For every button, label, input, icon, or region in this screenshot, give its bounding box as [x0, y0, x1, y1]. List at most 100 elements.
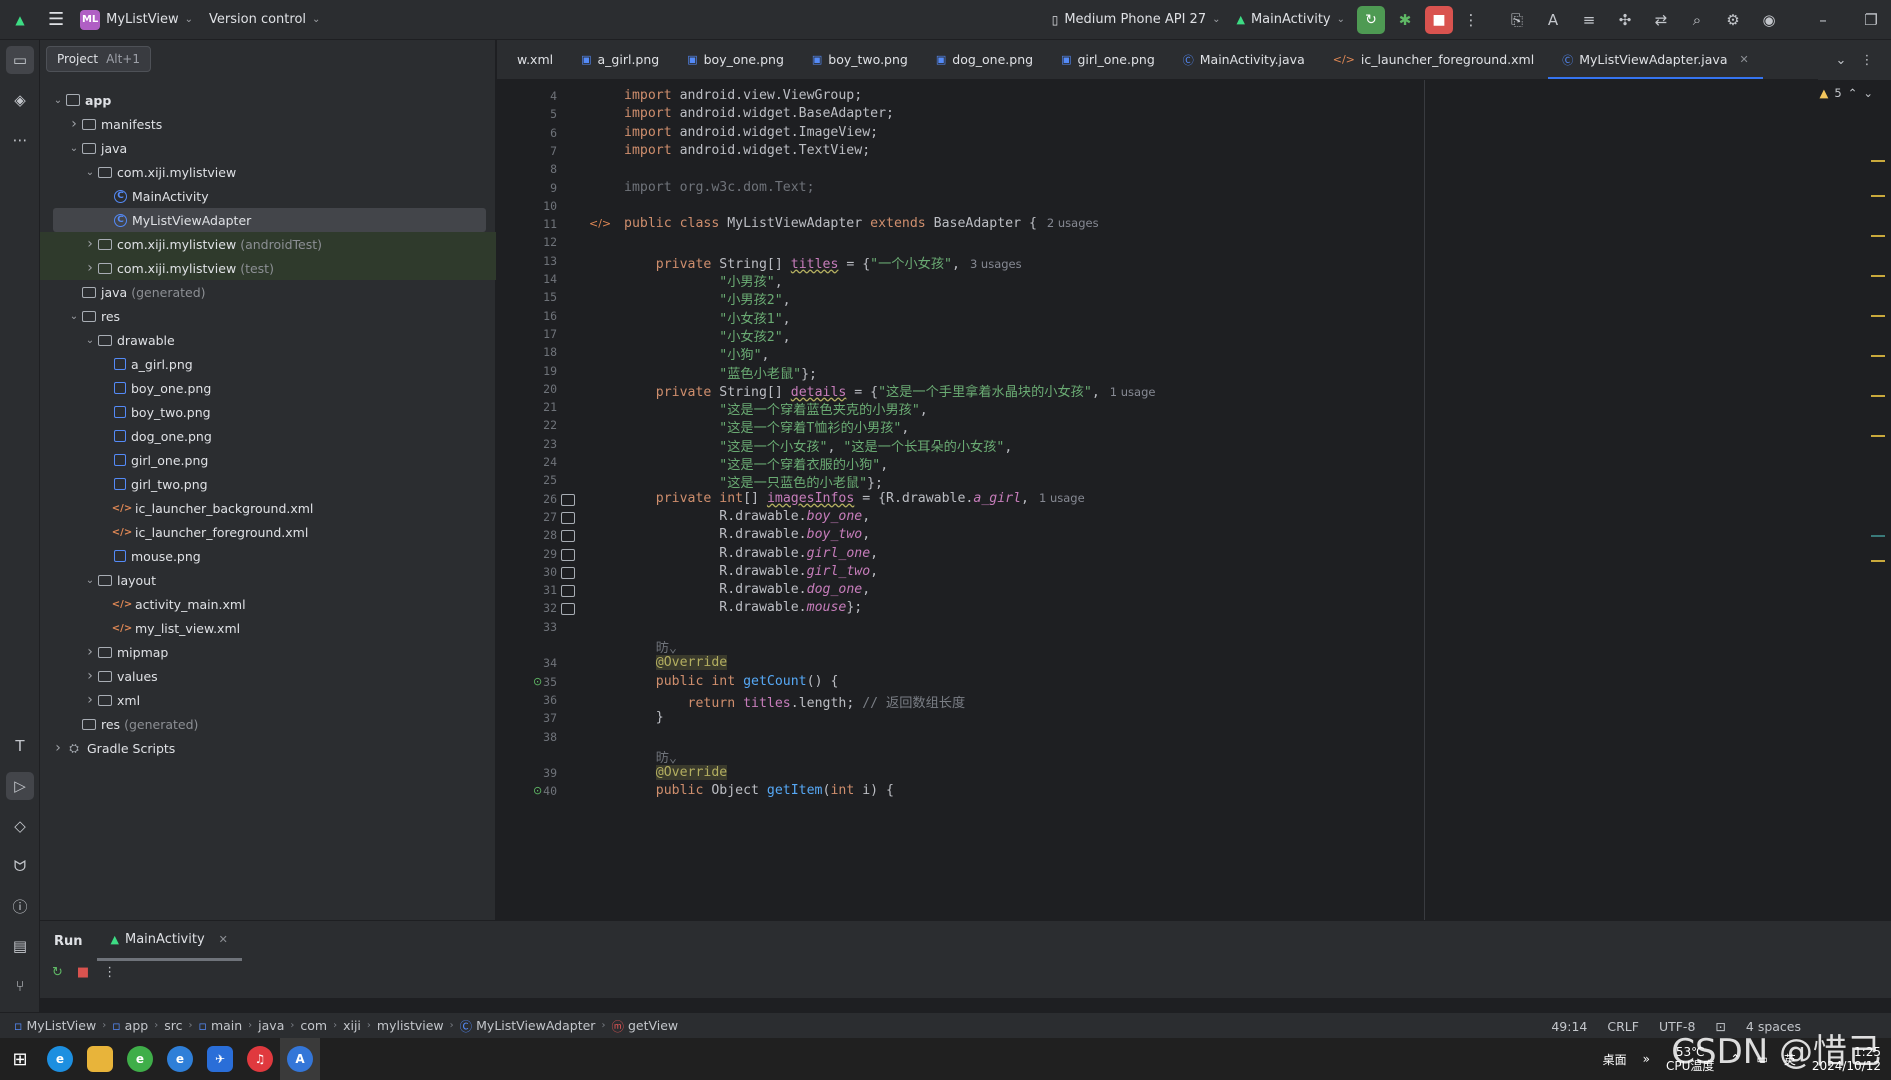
- tree-item[interactable]: girl_one.png: [40, 448, 496, 472]
- resource-manager-button[interactable]: ◈: [6, 86, 34, 114]
- run-tool-button[interactable]: ▷: [6, 772, 34, 800]
- usage-hint[interactable]: 1 usage: [1110, 385, 1156, 399]
- logcat-tool-button[interactable]: ᗢ: [6, 852, 34, 880]
- scrollbar-marker[interactable]: [1871, 560, 1885, 562]
- editor-tab[interactable]: Ⓒ MyListViewAdapter.java ✕: [1548, 40, 1763, 79]
- taskbar-browser-blue[interactable]: e: [160, 1038, 200, 1080]
- main-menu-button[interactable]: ☰: [40, 6, 72, 34]
- breadcrumb-item[interactable]: java: [252, 1018, 290, 1033]
- search-button[interactable]: ⌕: [1683, 6, 1711, 34]
- tree-item[interactable]: </> ic_launcher_background.xml: [40, 496, 496, 520]
- chevron-down-icon[interactable]: ⌄: [50, 95, 66, 106]
- inspection-widget[interactable]: ▲ 5 ⌃ ⌄: [1820, 86, 1873, 100]
- breadcrumb-item[interactable]: src: [158, 1018, 188, 1033]
- editor-tab[interactable]: ▣ a_girl.png: [567, 40, 673, 79]
- breadcrumb-item[interactable]: ▫ MyListView: [8, 1018, 102, 1033]
- scrollbar-marker[interactable]: [1871, 355, 1885, 357]
- scrollbar-marker[interactable]: [1871, 315, 1885, 317]
- sdk-manager-button[interactable]: ⎘: [1503, 6, 1531, 34]
- build-tool-button[interactable]: T: [6, 732, 34, 760]
- tree-item[interactable]: java (generated): [40, 280, 496, 304]
- chevron-down-icon[interactable]: ⌄: [66, 311, 82, 322]
- tree-item[interactable]: </> ic_launcher_foreground.xml: [40, 520, 496, 544]
- plugins-button[interactable]: ✣: [1611, 6, 1639, 34]
- line-separator[interactable]: CRLF: [1607, 1019, 1639, 1034]
- editor-tab[interactable]: ▣ boy_one.png: [673, 40, 798, 79]
- image-preview-icon[interactable]: [561, 566, 575, 579]
- account-button[interactable]: ◉: [1755, 6, 1783, 34]
- tree-item[interactable]: boy_one.png: [40, 376, 496, 400]
- device-selector[interactable]: ▯ Medium Phone API 27 ⌄: [1044, 6, 1229, 34]
- tree-item[interactable]: boy_two.png: [40, 400, 496, 424]
- editor-tab[interactable]: ▣ dog_one.png: [922, 40, 1047, 79]
- editor-tab[interactable]: ▣ girl_one.png: [1047, 40, 1169, 79]
- more-actions-button[interactable]: ⋮: [1457, 6, 1485, 34]
- project-tool-button[interactable]: ▭: [6, 46, 34, 74]
- chevron-right-icon[interactable]: ›: [82, 236, 98, 252]
- taskbar-explorer[interactable]: [80, 1038, 120, 1080]
- settings-button[interactable]: ⚙: [1719, 6, 1747, 34]
- tree-item[interactable]: › xml: [40, 688, 496, 712]
- desktop-label[interactable]: 桌面: [1603, 1051, 1627, 1068]
- usage-hint[interactable]: 2 usages: [1047, 216, 1099, 230]
- editor-tab[interactable]: </> ic_launcher_foreground.xml: [1319, 40, 1548, 79]
- tree-item[interactable]: C MyListViewAdapter: [53, 208, 486, 232]
- project-switcher[interactable]: ML MyListView ⌄: [72, 6, 201, 34]
- close-icon[interactable]: ✕: [219, 933, 228, 946]
- tree-item[interactable]: dog_one.png: [40, 424, 496, 448]
- git-tool-button[interactable]: ⑂: [6, 972, 34, 1000]
- scrollbar-marker[interactable]: [1871, 435, 1885, 437]
- vcs-menu[interactable]: Version control ⌄: [201, 6, 328, 34]
- tree-item[interactable]: › values: [40, 664, 496, 688]
- close-icon[interactable]: ✕: [1740, 53, 1749, 66]
- image-preview-icon[interactable]: [561, 548, 575, 561]
- image-preview-icon[interactable]: [561, 603, 575, 616]
- translate-button[interactable]: A: [1539, 6, 1567, 34]
- image-preview-icon[interactable]: [561, 585, 575, 598]
- caret-position[interactable]: 49:14: [1551, 1019, 1587, 1034]
- tree-item[interactable]: C MainActivity: [40, 184, 496, 208]
- rerun-button[interactable]: ↻: [1357, 5, 1385, 34]
- breadcrumb-item[interactable]: com: [294, 1018, 333, 1033]
- tree-item[interactable]: › com.xiji.mylistview (test): [40, 256, 496, 280]
- chevron-right-icon[interactable]: ›: [50, 740, 66, 756]
- run-tab-mainactivity[interactable]: ▲ MainActivity ✕: [96, 921, 242, 961]
- breadcrumb-item[interactable]: ⓜ getView: [605, 1016, 684, 1035]
- chevron-down-icon[interactable]: ⌄: [1836, 53, 1847, 68]
- editor-tab[interactable]: Ⓒ MainActivity.java: [1169, 40, 1319, 79]
- scrollbar-marker[interactable]: [1871, 195, 1885, 197]
- tree-item[interactable]: ⌄ com.xiji.mylistview: [40, 160, 496, 184]
- breadcrumb-item[interactable]: ▫ app: [106, 1018, 154, 1033]
- image-preview-icon[interactable]: [561, 530, 575, 543]
- taskbar-netease-music[interactable]: ♫: [240, 1038, 280, 1080]
- taskbar-browser-green[interactable]: e: [120, 1038, 160, 1080]
- taskbar-android-studio[interactable]: A: [280, 1038, 320, 1080]
- rerun-icon[interactable]: ↻: [52, 965, 63, 980]
- tree-item[interactable]: res (generated): [40, 712, 496, 736]
- override-marker-icon[interactable]: ⊙: [533, 675, 542, 688]
- tree-item[interactable]: mouse.png: [40, 544, 496, 568]
- related-layout-icon[interactable]: </>: [589, 217, 611, 230]
- usage-hint[interactable]: 1 usage: [1039, 491, 1085, 505]
- editor-tab[interactable]: w.xml: [497, 40, 567, 79]
- scrollbar-marker[interactable]: [1871, 275, 1885, 277]
- chevron-right-icon[interactable]: ›: [82, 260, 98, 276]
- breadcrumb-item[interactable]: xiji: [337, 1018, 367, 1033]
- tree-item[interactable]: › mipmap: [40, 640, 496, 664]
- run-config-selector[interactable]: ▲ MainActivity ⌄: [1228, 6, 1353, 34]
- gemini-tool-button[interactable]: ◇: [6, 812, 34, 840]
- taskbar-feishu[interactable]: ✈: [200, 1038, 240, 1080]
- scrollbar-marker[interactable]: [1871, 235, 1885, 237]
- minimize-button[interactable]: –: [1809, 6, 1837, 34]
- structure-button[interactable]: ≡: [1575, 6, 1603, 34]
- chevron-down-icon[interactable]: ⌄: [82, 335, 98, 346]
- tree-item[interactable]: ⌄ layout: [40, 568, 496, 592]
- scrollbar-marker[interactable]: [1871, 395, 1885, 397]
- tree-item[interactable]: › ⛭ Gradle Scripts: [40, 736, 496, 760]
- chevron-right-icon[interactable]: ›: [82, 692, 98, 708]
- tree-item[interactable]: </> my_list_view.xml: [40, 616, 496, 640]
- tree-item[interactable]: a_girl.png: [40, 352, 496, 376]
- breadcrumb-item[interactable]: Ⓒ MyListViewAdapter: [454, 1016, 602, 1035]
- taskbar-edge[interactable]: e: [40, 1038, 80, 1080]
- tree-item[interactable]: ⌄ drawable: [40, 328, 496, 352]
